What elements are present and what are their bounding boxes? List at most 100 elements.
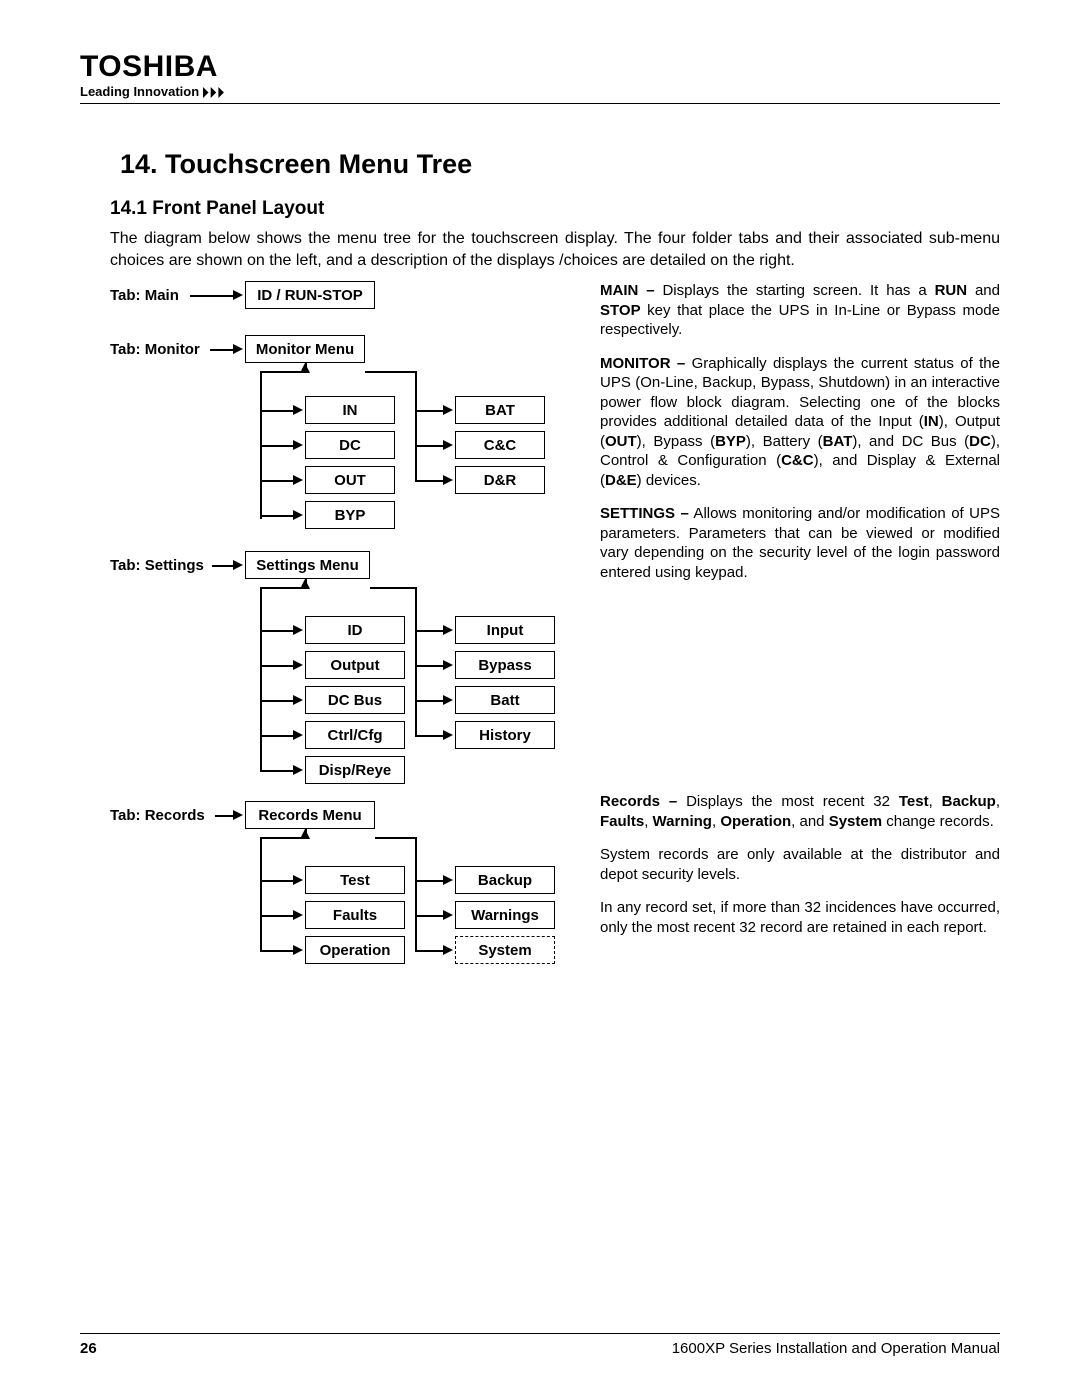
connector — [260, 445, 295, 447]
desc-records-2: System records are only available at the… — [600, 845, 1000, 884]
connector — [375, 837, 415, 839]
connector — [415, 735, 445, 737]
connector — [190, 295, 235, 297]
chevron-icon — [203, 84, 236, 99]
connector — [260, 770, 295, 772]
arrow-icon — [443, 440, 453, 450]
connector — [212, 565, 235, 567]
arrow-icon — [443, 875, 453, 885]
connector — [260, 880, 295, 882]
box-in: IN — [305, 396, 395, 424]
connector — [260, 630, 295, 632]
connector — [415, 630, 445, 632]
box-batt: Batt — [455, 686, 555, 714]
arrow-icon — [443, 945, 453, 955]
arrow-icon — [443, 625, 453, 635]
arrow-icon — [233, 560, 243, 570]
page-number: 26 — [80, 1340, 97, 1357]
arrow-icon — [293, 765, 303, 775]
box-output: Output — [305, 651, 405, 679]
connector — [260, 915, 295, 917]
arrow-icon — [293, 875, 303, 885]
connector — [260, 700, 295, 702]
header-rule — [80, 103, 1000, 104]
intro-paragraph: The diagram below shows the menu tree fo… — [110, 228, 1000, 271]
box-warnings: Warnings — [455, 901, 555, 929]
arrow-icon — [233, 344, 243, 354]
arrow-icon — [293, 660, 303, 670]
connector — [415, 915, 445, 917]
tab-main-label: Tab: Main — [110, 287, 179, 304]
box-dcbus: DC Bus — [305, 686, 405, 714]
arrow-icon — [233, 810, 243, 820]
box-id: ID — [305, 616, 405, 644]
box-monitor-menu: Monitor Menu — [245, 335, 365, 363]
box-operation: Operation — [305, 936, 405, 964]
connector — [260, 587, 262, 770]
connector — [210, 349, 235, 351]
desc-records-3: In any record set, if more than 32 incid… — [600, 898, 1000, 937]
box-id-runstop: ID / RUN-STOP — [245, 281, 375, 309]
connector — [260, 837, 305, 839]
arrow-icon — [443, 910, 453, 920]
arrow-icon — [293, 405, 303, 415]
connector — [260, 665, 295, 667]
description-column: MAIN – Displays the starting screen. It … — [600, 281, 1000, 971]
connector — [415, 371, 417, 482]
page-footer: 26 1600XP Series Installation and Operat… — [80, 1333, 1000, 1357]
box-bypass: Bypass — [455, 651, 555, 679]
connector — [260, 587, 305, 589]
connector — [415, 837, 417, 952]
arrow-icon — [233, 290, 243, 300]
box-out: OUT — [305, 466, 395, 494]
arrow-icon — [443, 475, 453, 485]
page: TOSHIBA Leading Innovation 14. Touchscre… — [0, 0, 1080, 1397]
main-columns: Tab: Main ID / RUN-STOP Tab: Monitor Mon… — [110, 281, 1000, 971]
connector — [260, 515, 295, 517]
brand-logo: TOSHIBA — [80, 50, 1000, 84]
box-byp: BYP — [305, 501, 395, 529]
box-bat: BAT — [455, 396, 545, 424]
desc-records: Records – Displays the most re­cent 32 T… — [600, 792, 1000, 831]
box-history: History — [455, 721, 555, 749]
connector — [415, 880, 445, 882]
arrow-icon — [443, 695, 453, 705]
box-system: System — [455, 936, 555, 964]
connector — [260, 371, 305, 373]
arrow-icon — [293, 730, 303, 740]
connector — [260, 480, 295, 482]
subsection-title: 14.1 Front Panel Layout — [110, 198, 1000, 220]
connector — [415, 700, 445, 702]
tab-monitor-label: Tab: Monitor — [110, 341, 200, 358]
box-test: Test — [305, 866, 405, 894]
desc-main: MAIN – Displays the starting screen. It … — [600, 281, 1000, 340]
arrow-icon — [293, 945, 303, 955]
box-ctrlcfg: Ctrl/Cfg — [305, 721, 405, 749]
connector — [215, 815, 235, 817]
connector — [415, 445, 445, 447]
arrow-icon — [443, 730, 453, 740]
tab-records-label: Tab: Records — [110, 807, 205, 824]
connector — [415, 665, 445, 667]
box-dispreye: Disp/Reye — [305, 756, 405, 784]
connector — [415, 587, 417, 737]
arrow-icon — [443, 660, 453, 670]
connector — [415, 480, 445, 482]
menu-tree-diagram: Tab: Main ID / RUN-STOP Tab: Monitor Mon… — [110, 281, 580, 971]
connector — [365, 371, 415, 373]
box-faults: Faults — [305, 901, 405, 929]
connector — [370, 587, 415, 589]
tagline-text: Leading Innovation — [80, 84, 199, 99]
arrow-icon — [293, 695, 303, 705]
arrow-icon — [293, 475, 303, 485]
connector — [260, 837, 262, 950]
connector — [260, 735, 295, 737]
arrow-icon — [443, 405, 453, 415]
box-settings-menu: Settings Menu — [245, 551, 370, 579]
brand-block: TOSHIBA Leading Innovation — [80, 50, 1000, 99]
section-title: 14. Touchscreen Menu Tree — [120, 149, 1000, 180]
box-backup: Backup — [455, 866, 555, 894]
box-input: Input — [455, 616, 555, 644]
desc-settings: SETTINGS – Allows monitoring and/or modi… — [600, 504, 1000, 582]
box-records-menu: Records Menu — [245, 801, 375, 829]
